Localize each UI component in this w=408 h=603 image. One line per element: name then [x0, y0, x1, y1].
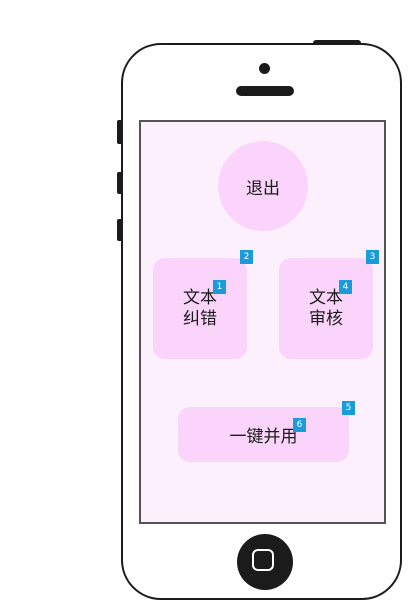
- mute-switch: [117, 120, 123, 144]
- exit-button-label: 退出: [246, 178, 280, 199]
- annotation-badge: 2: [240, 250, 253, 264]
- text-review-line2: 审核: [309, 308, 343, 329]
- volume-up-button: [117, 172, 123, 194]
- text-correction-button[interactable]: 文本 纠错: [153, 258, 247, 359]
- text-correction-line1: 文本: [183, 287, 217, 308]
- home-button[interactable]: [237, 534, 293, 590]
- annotation-badge: 5: [342, 401, 355, 415]
- power-button: [313, 40, 361, 45]
- text-review-button[interactable]: 文本 审核: [279, 258, 373, 359]
- combined-use-button[interactable]: 一键并用: [178, 407, 349, 462]
- front-camera: [259, 63, 270, 74]
- combined-use-label: 一键并用: [229, 427, 298, 447]
- text-correction-line2: 纠错: [183, 308, 217, 329]
- earpiece-speaker: [236, 86, 294, 96]
- exit-button[interactable]: 退出: [218, 141, 308, 231]
- annotation-badge: 3: [366, 250, 379, 264]
- text-review-line1: 文本: [309, 287, 343, 308]
- annotation-badge: 4: [339, 280, 352, 294]
- home-button-icon: [252, 549, 274, 571]
- volume-down-button: [117, 219, 123, 241]
- annotation-badge: 1: [213, 280, 226, 294]
- annotation-badge: 6: [293, 418, 306, 432]
